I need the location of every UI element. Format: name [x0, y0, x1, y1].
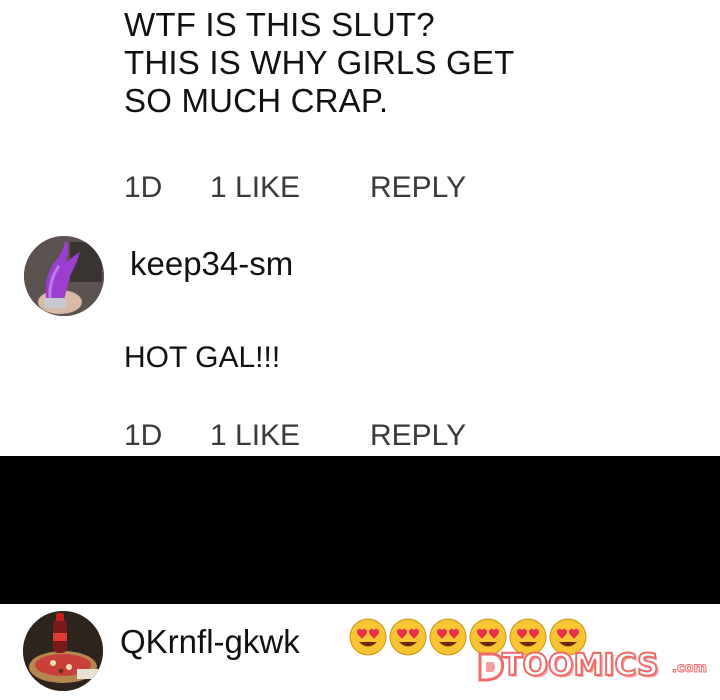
- reply-username[interactable]: keep34-sm: [130, 244, 293, 284]
- heart-eyes-icon: [349, 618, 387, 656]
- censor-bar: [0, 456, 720, 604]
- comment-body: WTF IS THIS SLUT? THIS IS WHY GIRLS GET …: [124, 6, 644, 120]
- comment-line: SO MUCH CRAP.: [124, 82, 389, 119]
- reply-button[interactable]: REPLY: [370, 170, 466, 206]
- watermark-text: TOOMICS: [501, 648, 660, 683]
- comment-like-count[interactable]: 1 LIKE: [210, 170, 300, 206]
- comment-age: 1D: [124, 171, 163, 204]
- next-username[interactable]: QKrnfl-gkwk: [120, 622, 300, 662]
- comment-panel: WTF IS THIS SLUT? THIS IS WHY GIRLS GET …: [0, 0, 720, 456]
- reply-body: HOT GAL!!!: [124, 341, 281, 374]
- avatar-image: [23, 611, 103, 691]
- watermark-logo: TOOMICS .com: [476, 644, 708, 688]
- reply-like-count[interactable]: 1 LIKE: [210, 418, 300, 454]
- avatar-image: [24, 236, 104, 316]
- comment-meta: 1D 1 LIKE REPLY: [124, 170, 544, 206]
- reply-meta: 1D 1 LIKE REPLY: [124, 418, 544, 454]
- reply-age: 1D: [124, 419, 163, 452]
- watermark-suffix: .com: [671, 661, 708, 676]
- comment-line: WTF IS THIS SLUT?: [124, 6, 435, 43]
- avatar[interactable]: [23, 611, 103, 691]
- heart-eyes-icon: [389, 618, 427, 656]
- avatar[interactable]: [24, 236, 104, 316]
- heart-eyes-icon: [429, 618, 467, 656]
- comment-line: THIS IS WHY GIRLS GET: [124, 44, 515, 81]
- reply-button[interactable]: REPLY: [370, 418, 466, 454]
